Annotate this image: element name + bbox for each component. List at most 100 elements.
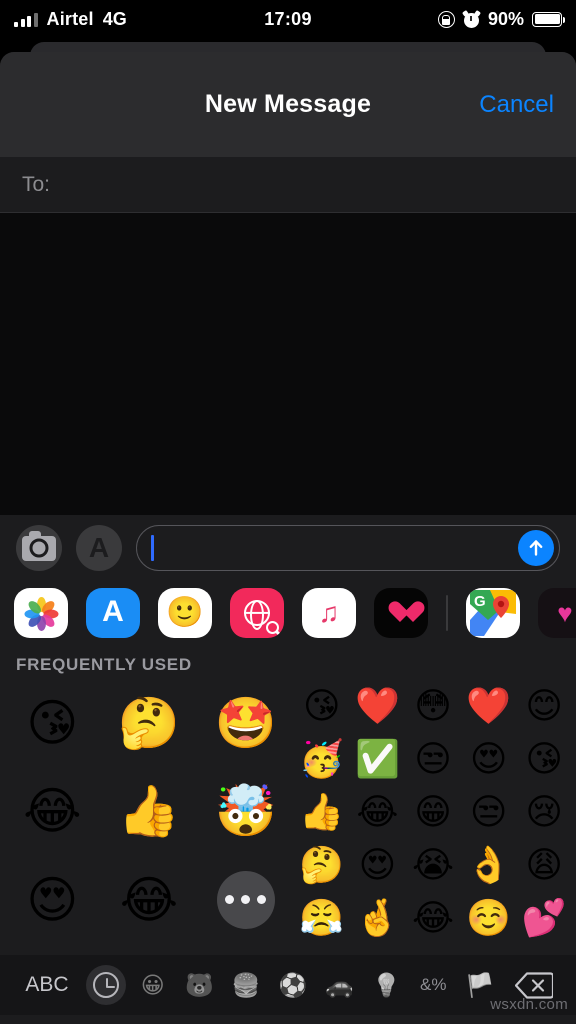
camera-icon: [22, 530, 56, 561]
navigation-bar: New Message Cancel: [0, 52, 576, 157]
objects-icon[interactable]: 💡: [367, 965, 407, 1005]
emoji-smiling-face[interactable]: ☺️: [461, 891, 517, 944]
emoji-unamused[interactable]: 😒: [461, 785, 517, 838]
emoji-crossed-fingers[interactable]: 🤞: [350, 891, 406, 944]
search-icon: [266, 621, 279, 634]
network-type-label: 4G: [102, 8, 127, 29]
images-globe-icon: [244, 600, 270, 626]
app-icon-memoji[interactable]: 🙂: [158, 588, 212, 638]
emoji-thumbs-up[interactable]: 👍: [294, 785, 350, 838]
emoji-kissing-heart[interactable]: 😘: [294, 679, 350, 732]
rotation-lock-icon: [437, 10, 455, 28]
emoji-unamused[interactable]: 😒: [405, 732, 461, 785]
compose-bar: A: [0, 515, 576, 581]
emoji-keyboard: FREQUENTLY USED 😘 🤔 🤩 😂 👍 🤯 😍 😂 😘 ❤️ 😳 ❤️ 😊 🥳 ✅ 😒 😍 😘 👍 😂 😁…: [0, 645, 576, 1015]
camera-button[interactable]: [16, 525, 62, 571]
signal-bars-icon: [14, 12, 38, 27]
status-bar: Airtel 4G 17:09 90%: [0, 0, 576, 38]
emoji-heart-eyes[interactable]: 😍: [350, 838, 406, 891]
smileys-icon[interactable]: 😀: [133, 965, 173, 1005]
battery-percent-label: 90%: [487, 8, 524, 29]
travel-icon[interactable]: 🚗: [320, 965, 360, 1005]
send-button[interactable]: [518, 530, 554, 566]
memoji-thinking[interactable]: 🤔: [101, 679, 198, 767]
status-bar-clock: 17:09: [264, 8, 312, 29]
emoji-grin[interactable]: 😁: [405, 785, 461, 838]
google-maps-icon: G: [470, 590, 516, 636]
page-title: New Message: [204, 90, 372, 118]
memoji-joy[interactable]: 😂: [101, 856, 198, 944]
app-icon-fitness[interactable]: [374, 588, 428, 638]
memoji-star-struck[interactable]: 🤩: [197, 679, 294, 767]
app-icon-google-maps[interactable]: G: [466, 588, 520, 638]
app-icon-partial[interactable]: ♥: [538, 588, 576, 638]
alarm-icon: [461, 9, 481, 28]
text-cursor: [151, 535, 154, 561]
emoji-loudly-crying[interactable]: 😭: [405, 838, 461, 891]
section-header-frequently-used: FREQUENTLY USED: [16, 655, 192, 674]
app-icon-app-store[interactable]: A: [86, 588, 140, 638]
emoji-face-steam[interactable]: 😤: [294, 891, 350, 944]
carrier-label: Airtel: [46, 8, 94, 29]
battery-icon: [532, 11, 565, 27]
app-store-icon: A: [88, 532, 110, 563]
memoji-laughing-tears[interactable]: 😂: [4, 767, 101, 855]
emoji-heart-eyes[interactable]: 😍: [461, 732, 517, 785]
recipient-label: To:: [22, 172, 51, 196]
emoji-weary[interactable]: 😩: [516, 838, 572, 891]
emoji-joy[interactable]: 😂: [405, 891, 461, 944]
keyboard-body: 😘 🤔 🤩 😂 👍 🤯 😍 😂 😘 ❤️ 😳 ❤️ 😊 🥳 ✅ 😒 😍 😘 👍 😂 😁 😒 😢 🤔 😍 😭 👌 😩 😤 🤞 😂 ☺️ 💕: [0, 679, 576, 944]
emoji-grid: 😘 ❤️ 😳 ❤️ 😊 🥳 ✅ 😒 😍 😘 👍 😂 😁 😒 😢 🤔 😍 😭 👌 😩 😤 🤞 😂 ☺️ 💕: [294, 679, 572, 944]
emoji-ok-hand[interactable]: 👌: [461, 838, 517, 891]
watermark: wsxdn.com: [490, 996, 568, 1013]
emoji-thinking[interactable]: 🤔: [294, 838, 350, 891]
memoji-mind-blown[interactable]: 🤯: [197, 767, 294, 855]
emoji-flushed[interactable]: 😳: [405, 679, 461, 732]
recipient-row[interactable]: To:: [0, 157, 576, 213]
symbols-icon[interactable]: &%: [413, 965, 453, 1005]
app-icon-apple-music[interactable]: ♫: [302, 588, 356, 638]
app-icon-images[interactable]: [230, 588, 284, 638]
photos-icon: [24, 597, 59, 631]
heart-icon: [389, 602, 413, 624]
cancel-button[interactable]: Cancel: [479, 91, 554, 119]
app-store-button[interactable]: A: [76, 525, 122, 571]
emoji-red-heart[interactable]: ❤️: [461, 679, 517, 732]
phone-screen: Airtel 4G 17:09 90% New Message Cancel T…: [0, 0, 576, 1024]
activities-icon[interactable]: ⚽: [273, 965, 313, 1005]
emoji-partying-face[interactable]: 🥳: [294, 732, 350, 785]
emoji-joy[interactable]: 😂: [350, 785, 406, 838]
emoji-crying[interactable]: 😢: [516, 785, 572, 838]
emoji-category-row: 😀 🐻 🍔 ⚽ 🚗 💡 &% 🏳️: [80, 965, 506, 1005]
keyboard-toolbar: ABC 😀 🐻 🍔 ⚽ 🚗 💡 &% 🏳️ wsxdn.com: [0, 955, 576, 1015]
food-icon[interactable]: 🍔: [226, 965, 266, 1005]
memoji-thumbs-up[interactable]: 👍: [101, 767, 198, 855]
svg-text:G: G: [474, 593, 486, 610]
emoji-two-hearts[interactable]: 💕: [516, 891, 572, 944]
emoji-kissing-heart[interactable]: 😘: [516, 732, 572, 785]
memoji-heart-eyes[interactable]: 😍: [4, 856, 101, 944]
backspace-icon: [515, 971, 553, 999]
music-note-icon: ♫: [318, 597, 340, 628]
memoji-icon: 🙂: [166, 596, 204, 629]
animals-icon[interactable]: 🐻: [180, 965, 220, 1005]
memoji-sticker-grid: 😘 🤔 🤩 😂 👍 🤯 😍 😂: [4, 679, 294, 944]
status-bar-left: Airtel 4G: [0, 9, 200, 30]
more-icon: [216, 870, 275, 929]
send-arrow-up-icon: [529, 540, 543, 556]
memoji-kiss-heart[interactable]: 😘: [4, 679, 101, 767]
imessage-app-drawer[interactable]: A 🙂 ♫ G ♥: [0, 581, 576, 645]
emoji-check-mark-button[interactable]: ✅: [350, 732, 406, 785]
app-store-icon: A: [102, 595, 124, 628]
status-bar-right: 90%: [376, 9, 576, 30]
emoji-smiling-blush[interactable]: 😊: [516, 679, 572, 732]
memoji-more-button[interactable]: [197, 856, 294, 944]
conversation-area: [0, 213, 576, 515]
backspace-key[interactable]: [506, 971, 562, 999]
new-message-sheet: New Message Cancel To: A A 🙂 ♫ G ♥ FREQU…: [0, 52, 576, 1024]
message-input-field[interactable]: [136, 525, 560, 571]
recent-clock-icon[interactable]: [86, 965, 126, 1005]
emoji-red-heart[interactable]: ❤️: [350, 679, 406, 732]
app-icon-photos[interactable]: [14, 588, 68, 638]
abc-key[interactable]: ABC: [14, 973, 80, 997]
